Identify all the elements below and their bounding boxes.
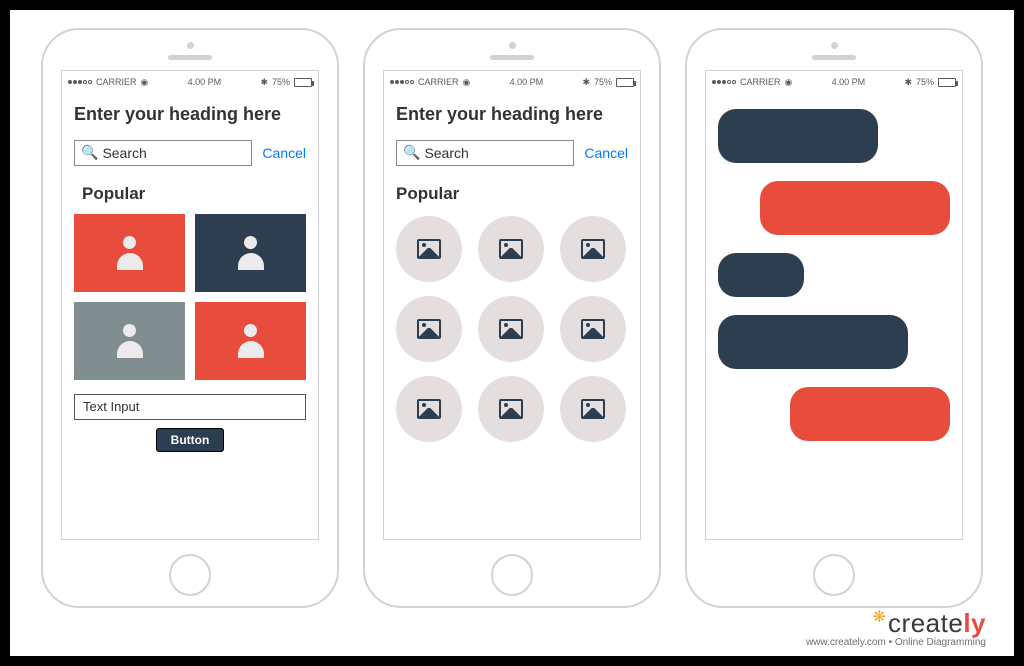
image-icon (417, 399, 441, 419)
image-icon (417, 239, 441, 259)
cancel-button[interactable]: Cancel (262, 145, 306, 161)
gallery-item[interactable] (396, 376, 462, 442)
phone-mockup-2: CARRIER ◉ 4.00 PM ✱ 75% Enter your headi… (363, 28, 661, 608)
text-input[interactable]: Text Input (74, 394, 306, 420)
camera-dot (509, 42, 516, 49)
canvas: CARRIER ◉ 4.00 PM ✱ 75% Enter your headi… (10, 10, 1014, 656)
home-button[interactable] (813, 554, 855, 596)
person-icon (116, 236, 144, 270)
bluetooth-icon: ✱ (582, 77, 590, 88)
section-title-popular: Popular (74, 184, 306, 204)
phone-mockup-1: CARRIER ◉ 4.00 PM ✱ 75% Enter your headi… (41, 28, 339, 608)
page-heading: Enter your heading here (74, 103, 306, 126)
popular-tile-grid (74, 214, 306, 380)
camera-dot (187, 42, 194, 49)
camera-dot (831, 42, 838, 49)
wifi-icon: ◉ (463, 77, 471, 88)
bluetooth-icon: ✱ (904, 77, 912, 88)
submit-button[interactable]: Button (156, 428, 224, 452)
popular-tile[interactable] (74, 302, 185, 380)
gallery-item[interactable] (396, 296, 462, 362)
brand-tagline: www.creately.com • Online Diagramming (806, 637, 986, 648)
home-button[interactable] (169, 554, 211, 596)
image-icon (499, 239, 523, 259)
bluetooth-icon: ✱ (260, 77, 268, 88)
speaker-slot (812, 55, 856, 60)
cancel-button[interactable]: Cancel (584, 145, 628, 161)
clock: 4.00 PM (832, 77, 866, 87)
person-icon (116, 324, 144, 358)
phone-mockup-3: CARRIER ◉ 4.00 PM ✱ 75% (685, 28, 983, 608)
carrier-label: CARRIER (740, 77, 781, 87)
wifi-icon: ◉ (141, 77, 149, 88)
image-icon (499, 399, 523, 419)
gallery-item[interactable] (478, 376, 544, 442)
phone-screen: CARRIER ◉ 4.00 PM ✱ 75% Enter your headi… (383, 70, 641, 540)
phone-screen: CARRIER ◉ 4.00 PM ✱ 75% (705, 70, 963, 540)
search-input[interactable]: 🔍 Search (74, 140, 252, 166)
person-icon (237, 236, 265, 270)
battery-icon (938, 78, 956, 87)
clock: 4.00 PM (510, 77, 544, 87)
chat-bubble-outgoing[interactable] (790, 387, 950, 441)
gallery-item[interactable] (560, 216, 626, 282)
page-heading: Enter your heading here (396, 103, 628, 126)
status-bar: CARRIER ◉ 4.00 PM ✱ 75% (62, 71, 318, 93)
chat-bubble-incoming[interactable] (718, 109, 878, 163)
popular-tile[interactable] (74, 214, 185, 292)
image-icon (581, 319, 605, 339)
status-bar: CARRIER ◉ 4.00 PM ✱ 75% (384, 71, 640, 93)
text-input-placeholder: Text Input (83, 399, 139, 414)
image-icon (581, 399, 605, 419)
gallery-item[interactable] (560, 376, 626, 442)
person-icon (237, 324, 265, 358)
image-icon (581, 239, 605, 259)
status-bar: CARRIER ◉ 4.00 PM ✱ 75% (706, 71, 962, 93)
diagram-frame: CARRIER ◉ 4.00 PM ✱ 75% Enter your headi… (0, 0, 1024, 666)
brand-logo: creately (888, 608, 986, 639)
chat-thread (706, 93, 962, 441)
carrier-label: CARRIER (418, 77, 459, 87)
signal-icon (68, 80, 92, 84)
clock: 4.00 PM (188, 77, 222, 87)
search-placeholder: Search (424, 145, 468, 161)
gallery-item[interactable] (396, 216, 462, 282)
battery-icon (294, 78, 312, 87)
brand-footer: ❋ creately www.creately.com • Online Dia… (806, 608, 986, 648)
battery-pct: 75% (594, 77, 612, 87)
speaker-slot (168, 55, 212, 60)
gallery-item[interactable] (560, 296, 626, 362)
popular-tile[interactable] (195, 302, 306, 380)
chat-bubble-outgoing[interactable] (760, 181, 950, 235)
popular-tile[interactable] (195, 214, 306, 292)
search-icon: 🔍 (403, 144, 420, 161)
speaker-slot (490, 55, 534, 60)
section-title-popular: Popular (396, 184, 628, 204)
chat-bubble-incoming[interactable] (718, 315, 908, 369)
image-icon (417, 319, 441, 339)
lightbulb-icon: ❋ (873, 607, 886, 627)
signal-icon (390, 80, 414, 84)
phone-screen: CARRIER ◉ 4.00 PM ✱ 75% Enter your headi… (61, 70, 319, 540)
carrier-label: CARRIER (96, 77, 137, 87)
home-button[interactable] (491, 554, 533, 596)
search-icon: 🔍 (81, 144, 98, 161)
chat-bubble-incoming[interactable] (718, 253, 804, 297)
search-placeholder: Search (102, 145, 146, 161)
battery-pct: 75% (916, 77, 934, 87)
popular-circle-grid (396, 216, 628, 442)
gallery-item[interactable] (478, 216, 544, 282)
battery-pct: 75% (272, 77, 290, 87)
search-input[interactable]: 🔍 Search (396, 140, 574, 166)
image-icon (499, 319, 523, 339)
gallery-item[interactable] (478, 296, 544, 362)
wifi-icon: ◉ (785, 77, 793, 88)
signal-icon (712, 80, 736, 84)
battery-icon (616, 78, 634, 87)
